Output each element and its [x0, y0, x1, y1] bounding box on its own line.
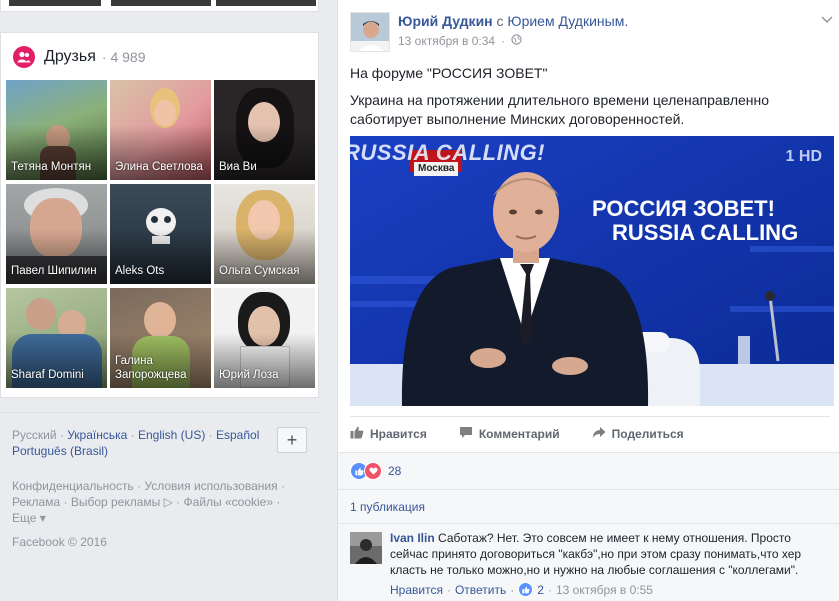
comment-time[interactable]: 13 октября в 0:55: [556, 583, 653, 597]
friend-name[interactable]: Тетяна Монтян: [11, 160, 103, 174]
cookies-link[interactable]: Файлы «cookie»: [184, 495, 274, 509]
friends-title[interactable]: Друзья: [44, 48, 96, 66]
friend-name[interactable]: Юрий Лоза: [219, 368, 311, 382]
language-link[interactable]: Español: [216, 428, 259, 442]
comment-text: Саботаж? Нет. Это совсем не имеет к нему…: [390, 531, 802, 577]
comment-author[interactable]: Ivan Ilin: [390, 531, 435, 545]
comment-sep: ·: [510, 582, 515, 597]
copyright: Facebook © 2016: [12, 535, 107, 549]
comment-footer: Нравится · Ответить · 2 · 13 октября в 0…: [390, 582, 653, 597]
reactions-count[interactable]: 28: [388, 464, 401, 478]
friend-name[interactable]: Ольга Сумская: [219, 264, 311, 278]
shares-link[interactable]: 1 публикация: [350, 500, 425, 514]
commenter-avatar[interactable]: [350, 532, 382, 564]
friend-tile[interactable]: Галина Запорожцева: [110, 288, 211, 388]
ad-choices-icon: ▷: [163, 495, 173, 509]
with-text: с: [496, 13, 504, 29]
language-link[interactable]: English (US): [138, 428, 205, 442]
comment-reply-link[interactable]: Ответить: [455, 583, 506, 597]
post-actions: Нравится Комментарий Поделиться: [350, 416, 830, 451]
friend-name[interactable]: Павел Шипилин: [11, 264, 103, 278]
reactions-bar: 28: [338, 452, 839, 489]
privacy-link[interactable]: Конфиденциальность: [12, 479, 134, 493]
post-meta: 13 октября в 0:34 ·: [398, 34, 522, 48]
footer-links: Конфиденциальность · Условия использован…: [12, 479, 285, 525]
photo-channel-logo: 1 HD: [785, 148, 822, 165]
friends-card: Друзья · 4 989 Тетяна Монтян Элина Светл…: [0, 32, 319, 398]
share-icon: [592, 426, 606, 442]
comment-like-link[interactable]: Нравится: [390, 583, 443, 597]
friend-tile[interactable]: Юрий Лоза: [214, 288, 315, 388]
photo-banner-en: RUSSIA CALLING: [612, 220, 799, 245]
top-photo-strip: [0, 0, 319, 12]
love-reaction-icon[interactable]: [364, 462, 382, 480]
friend-name[interactable]: Aleks Ots: [115, 264, 207, 278]
friend-name[interactable]: Виа Ви: [219, 160, 311, 174]
post-text-line: Украина на протяжении длительного времен…: [350, 92, 770, 127]
comment-sep: ·: [547, 582, 552, 597]
thumbs-up-icon: [350, 426, 364, 442]
comments-section: Ivan Ilin Саботаж? Нет. Это совсем не им…: [338, 523, 839, 601]
share-button[interactable]: Поделиться: [592, 426, 684, 442]
friends-count: · 4 989: [101, 49, 146, 65]
post-text-line: На форуме "РОССИЯ ЗОВЕТ": [350, 65, 548, 81]
comment-button[interactable]: Комментарий: [459, 426, 560, 442]
photo-thumb[interactable]: [216, 0, 316, 6]
language-selector: Русский · Українська · English (US) · Es…: [0, 412, 319, 469]
post-text: На форуме "РОССИЯ ЗОВЕТ" Украина на прот…: [350, 64, 820, 137]
language-list: Русский · Українська · English (US) · Es…: [12, 428, 260, 458]
comment-body: Ivan Ilin Саботаж? Нет. Это совсем не им…: [390, 530, 830, 578]
friends-header[interactable]: Друзья · 4 989: [13, 45, 145, 69]
globe-icon[interactable]: [511, 34, 522, 48]
terms-link[interactable]: Условия использования: [144, 479, 277, 493]
post-timestamp[interactable]: 13 октября в 0:34: [398, 34, 495, 48]
friend-tile[interactable]: Павел Шипилин: [6, 184, 107, 284]
post-header: Юрий Дудкин с Юрием Дудкиным.: [398, 13, 628, 29]
friend-name[interactable]: Sharaf Domini: [11, 368, 103, 382]
comment-label: Комментарий: [478, 427, 560, 441]
photo-thumb[interactable]: [9, 0, 101, 6]
comment-icon: [459, 426, 473, 442]
photo-location-badge: Москва: [414, 162, 459, 176]
photo-thumb[interactable]: [111, 0, 211, 6]
post-photo[interactable]: RUSSIA CALLING! Москва 1 HD РОССИЯ ЗОВЕТ…: [350, 136, 834, 406]
friend-tile[interactable]: Тетяна Монтян: [6, 80, 107, 180]
language-link[interactable]: Українська: [67, 428, 127, 442]
friend-tile[interactable]: Виа Ви: [214, 80, 315, 180]
comment-like-icon[interactable]: [518, 582, 534, 597]
shares-row: 1 публикация: [338, 489, 839, 524]
advertising-link[interactable]: Реклама: [12, 495, 60, 509]
caret-down-icon[interactable]: ▾: [40, 511, 46, 525]
post-coauthor[interactable]: Юрием Дудкиным.: [507, 13, 628, 29]
meta-separator: ·: [501, 34, 506, 48]
language-current: Русский: [12, 428, 57, 442]
post-card: Юрий Дудкин с Юрием Дудкиным. 13 октября…: [337, 0, 839, 601]
friend-tile[interactable]: Элина Светлова: [110, 80, 211, 180]
share-label: Поделиться: [611, 427, 684, 441]
language-link[interactable]: Português (Brasil): [12, 444, 108, 458]
friend-tile[interactable]: Sharaf Domini: [6, 288, 107, 388]
friends-icon: [13, 46, 35, 68]
ad-choices-link[interactable]: Выбор рекламы: [71, 495, 160, 509]
friend-name[interactable]: Элина Светлова: [115, 160, 207, 174]
friend-name[interactable]: Галина Запорожцева: [115, 354, 207, 382]
friend-tile[interactable]: Ольга Сумская: [214, 184, 315, 284]
add-language-button[interactable]: +: [277, 427, 307, 453]
photo-banner-ru: РОССИЯ ЗОВЕТ!: [592, 196, 775, 221]
post-author[interactable]: Юрий Дудкин: [398, 13, 493, 29]
more-link[interactable]: Еще: [12, 511, 36, 525]
author-avatar[interactable]: [350, 12, 390, 52]
comment-sep: ·: [446, 582, 451, 597]
like-label: Нравится: [370, 427, 427, 441]
friend-tile[interactable]: Aleks Ots: [110, 184, 211, 284]
comment-likes-count[interactable]: 2: [537, 583, 544, 597]
post-options-chevron-icon[interactable]: [821, 13, 833, 27]
like-button[interactable]: Нравится: [350, 426, 427, 442]
